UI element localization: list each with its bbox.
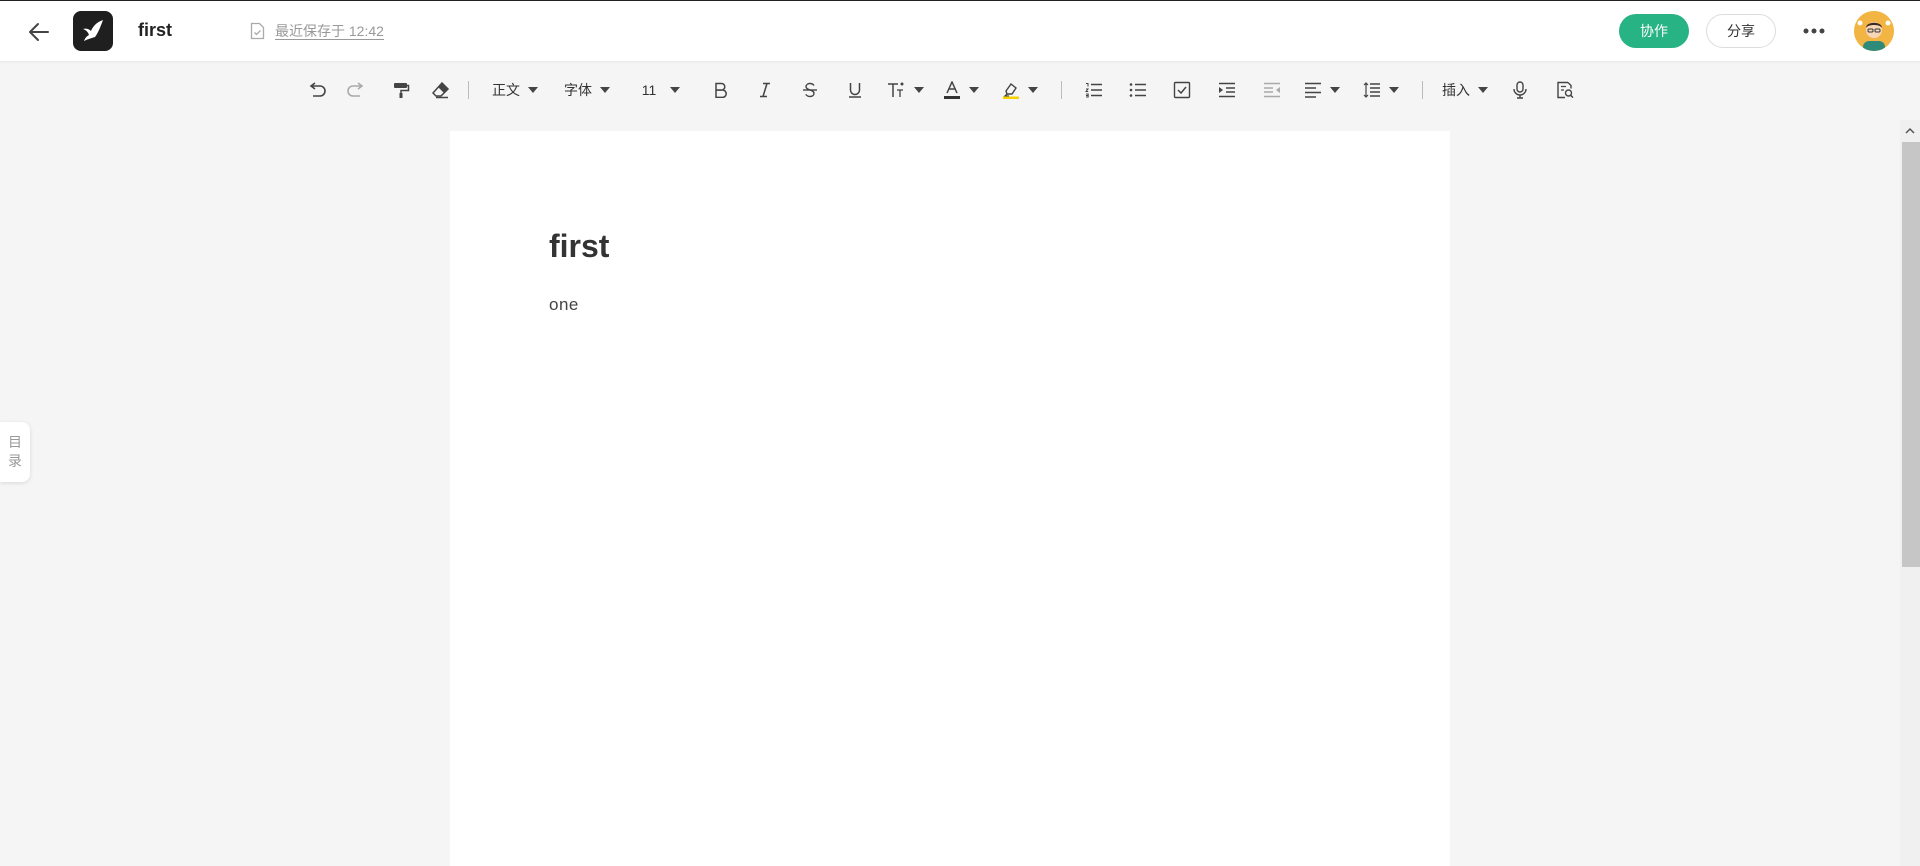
italic-button[interactable] bbox=[743, 72, 787, 108]
underline-button[interactable] bbox=[833, 72, 877, 108]
paragraph-style-label: 正文 bbox=[492, 82, 520, 98]
clear-format-button[interactable] bbox=[424, 72, 458, 108]
toolbar-divider bbox=[1422, 81, 1423, 99]
find-replace-button[interactable] bbox=[1543, 72, 1587, 108]
chevron-down-icon bbox=[1028, 87, 1038, 93]
scroll-up-button[interactable] bbox=[1900, 120, 1920, 140]
font-color-dropdown[interactable] bbox=[933, 72, 989, 108]
redo-button[interactable] bbox=[334, 72, 378, 108]
chevron-down-icon bbox=[969, 87, 979, 93]
document-heading[interactable]: first bbox=[549, 228, 609, 265]
outline-label-char: 目 bbox=[8, 434, 22, 450]
chevron-down-icon bbox=[600, 87, 610, 93]
outdent-button[interactable] bbox=[1250, 72, 1294, 108]
voice-input-button[interactable] bbox=[1497, 72, 1543, 108]
undo-button[interactable] bbox=[300, 72, 334, 108]
app-logo[interactable] bbox=[73, 11, 113, 51]
bird-logo-icon bbox=[83, 20, 103, 41]
checklist-button[interactable] bbox=[1160, 72, 1204, 108]
numbered-list-icon bbox=[1085, 83, 1102, 98]
italic-icon bbox=[760, 82, 770, 98]
highlight-dropdown[interactable] bbox=[989, 72, 1051, 108]
top-header: first 最近保存于 12:42 协作 分享 bbox=[0, 0, 1920, 61]
text-effect-icon bbox=[888, 82, 904, 97]
insert-label: 插入 bbox=[1442, 82, 1470, 98]
numbered-list-button[interactable] bbox=[1072, 72, 1116, 108]
scrollbar-thumb[interactable] bbox=[1902, 142, 1920, 567]
ellipsis-icon bbox=[1803, 28, 1825, 34]
document-title[interactable]: first bbox=[138, 20, 172, 41]
insert-dropdown[interactable]: 插入 bbox=[1433, 72, 1497, 108]
indent-icon bbox=[1219, 82, 1235, 98]
formatting-toolbar: 正文 字体 11 插入 bbox=[300, 72, 1587, 108]
checklist-icon bbox=[1173, 81, 1191, 99]
outdent-icon bbox=[1264, 82, 1280, 98]
outline-label-char: 录 bbox=[8, 453, 22, 469]
document-paragraph[interactable]: one bbox=[549, 295, 579, 315]
bullet-list-button[interactable] bbox=[1116, 72, 1160, 108]
chevron-down-icon bbox=[1478, 87, 1488, 93]
chevron-down-icon bbox=[670, 87, 681, 93]
align-left-icon bbox=[1305, 82, 1321, 98]
collaborate-button[interactable]: 协作 bbox=[1619, 14, 1689, 48]
toolbar-divider bbox=[468, 81, 469, 99]
align-dropdown[interactable] bbox=[1294, 72, 1350, 108]
paragraph-style-dropdown[interactable]: 正文 bbox=[479, 72, 551, 108]
toolbar-divider bbox=[1061, 81, 1062, 99]
user-avatar[interactable] bbox=[1854, 11, 1894, 51]
more-options-button[interactable] bbox=[1798, 17, 1830, 45]
arrow-left-icon bbox=[29, 23, 49, 41]
text-effect-dropdown[interactable] bbox=[877, 72, 933, 108]
last-saved-text[interactable]: 最近保存于 12:42 bbox=[275, 21, 384, 41]
avatar-image bbox=[1854, 11, 1894, 51]
underline-icon bbox=[849, 83, 861, 98]
outline-toggle-tab[interactable]: 目 录 bbox=[0, 422, 30, 482]
share-button[interactable]: 分享 bbox=[1706, 14, 1776, 48]
line-spacing-icon bbox=[1363, 82, 1380, 98]
bullet-list-icon bbox=[1129, 83, 1146, 97]
bold-icon bbox=[715, 82, 727, 98]
document-check-icon bbox=[250, 22, 265, 40]
microphone-icon bbox=[1513, 81, 1527, 99]
format-painter-icon bbox=[394, 83, 410, 98]
back-button[interactable] bbox=[24, 17, 54, 47]
line-spacing-dropdown[interactable] bbox=[1350, 72, 1412, 108]
chevron-up-icon bbox=[1905, 127, 1915, 134]
font-size-label: 11 bbox=[641, 82, 657, 98]
document-page[interactable]: first one bbox=[450, 131, 1450, 866]
chevron-down-icon bbox=[1330, 87, 1340, 93]
font-color-icon bbox=[944, 81, 960, 99]
strikethrough-icon bbox=[803, 82, 817, 98]
bold-button[interactable] bbox=[699, 72, 743, 108]
undo-icon bbox=[309, 82, 326, 97]
chevron-down-icon bbox=[528, 87, 538, 93]
font-family-label: 字体 bbox=[564, 82, 592, 98]
eraser-icon bbox=[432, 81, 450, 99]
font-family-dropdown[interactable]: 字体 bbox=[551, 72, 623, 108]
format-painter-button[interactable] bbox=[378, 72, 424, 108]
highlight-icon bbox=[1003, 82, 1019, 99]
find-replace-icon bbox=[1557, 81, 1574, 99]
chevron-down-icon bbox=[1389, 87, 1399, 93]
redo-icon bbox=[347, 82, 364, 97]
font-size-dropdown[interactable]: 11 bbox=[623, 72, 699, 108]
save-status: 最近保存于 12:42 bbox=[250, 21, 384, 41]
strikethrough-button[interactable] bbox=[787, 72, 833, 108]
indent-button[interactable] bbox=[1204, 72, 1250, 108]
chevron-down-icon bbox=[914, 87, 924, 93]
